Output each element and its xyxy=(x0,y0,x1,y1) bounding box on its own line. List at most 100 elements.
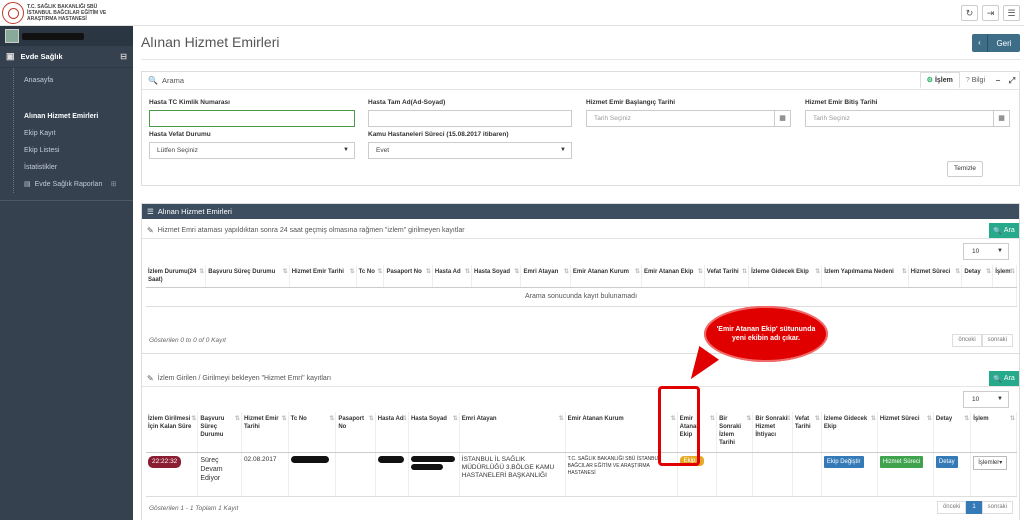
sidebar-item-alinan-hizmet-emirleri[interactable]: Alınan Hizmet Emirleri xyxy=(24,108,133,125)
section1-header: ✎ Hizmet Emri ataması yapıldıktan sonra … xyxy=(142,223,1019,239)
next-visit-cell xyxy=(716,452,754,497)
actions-dropdown[interactable]: İşlemler▾ xyxy=(973,455,1008,470)
back-button[interactable]: ‹ Geri xyxy=(972,34,1020,52)
next-page-button[interactable]: sonraki xyxy=(981,334,1013,347)
edit-icon: ✎ xyxy=(147,226,154,235)
detail-cell: Detay xyxy=(933,452,972,497)
start-date-label: Hizmet Emir Başlangıç Tarihi xyxy=(586,99,676,106)
search-panel: 🔍 Arama ⚙ İşlem ? Bilgi − ⤢ Hasta TC Kimli… xyxy=(141,71,1020,186)
death-date-cell xyxy=(792,452,822,497)
tab-bilgi-label: Bilgi xyxy=(971,77,985,84)
kamu-select[interactable]: Evet ▼ xyxy=(368,142,572,159)
col-header[interactable]: Hasta Ad xyxy=(375,412,409,453)
search-panel-title: Arama xyxy=(161,76,185,85)
menu-icon[interactable]: ☰ xyxy=(1003,5,1020,21)
col-header[interactable]: Başvuru Süreç Durumu xyxy=(205,265,290,288)
refresh-icon[interactable]: ↻ xyxy=(961,5,978,21)
service-cell: Hizmet Süreci xyxy=(877,452,934,497)
col-header[interactable]: Hasta Ad xyxy=(432,265,473,288)
end-date-input[interactable]: Tarih Seçiniz ▦ xyxy=(805,110,1010,127)
collapse-icon[interactable]: ⊟ xyxy=(120,52,127,61)
question-icon: ? xyxy=(965,77,970,84)
logo-text: T.C. SAĞLIK BAKANLIĞI SBÜ İSTANBUL BAĞCI… xyxy=(27,4,106,22)
col-header[interactable]: Emir Atanan Kurum xyxy=(570,265,642,288)
col-header[interactable]: Hasta Soyad xyxy=(471,265,522,288)
prev-page-button[interactable]: önceki xyxy=(952,334,982,347)
col-header[interactable]: Hizmet Emir Tarihi xyxy=(289,265,357,288)
detail-button[interactable]: Detay xyxy=(935,455,958,468)
col-header[interactable]: Hizmet Süreci xyxy=(908,265,963,288)
redacted-surname-2 xyxy=(410,463,443,470)
col-header[interactable]: Emri Atayan xyxy=(520,265,571,288)
death-status-select[interactable]: Lütfen Seçiniz ▼ xyxy=(149,142,355,159)
col-header[interactable]: Tc No xyxy=(288,412,337,453)
main-content: Alınan Hizmet Emirleri ‹ Geri 🔍 Arama ⚙ İ… xyxy=(133,26,1024,520)
col-header[interactable]: İşlem xyxy=(970,412,1017,453)
col-header[interactable]: Pasaport No xyxy=(383,265,433,288)
col-header[interactable]: Bir Sonraki Hizmet İhtiyacı xyxy=(752,412,793,453)
col-header[interactable]: Emir Atanan Ekip xyxy=(641,265,705,288)
order-date-cell: 02.08.2017 xyxy=(241,452,289,497)
logout-icon[interactable]: ⇥ xyxy=(982,5,999,21)
name-label: Hasta Tam Ad(Ad-Soyad) xyxy=(368,99,446,106)
redacted-name xyxy=(377,455,404,463)
col-header[interactable]: İzlem Girilmesi İçin Kalan Süre xyxy=(146,412,199,453)
avatar[interactable] xyxy=(5,29,19,43)
hospital-logo[interactable]: T.C. SAĞLIK BAKANLIĞI SBÜ İSTANBUL BAĞCI… xyxy=(2,1,132,25)
col-header[interactable]: Hizmet Süreci xyxy=(877,412,934,453)
sidebar-item-anasayfa[interactable]: Anasayfa xyxy=(24,72,133,89)
page-1-button[interactable]: 1 xyxy=(966,501,982,514)
name-input[interactable] xyxy=(368,110,572,127)
report-icon: ▤ xyxy=(24,181,31,188)
prev-page-button[interactable]: önceki xyxy=(936,501,967,514)
page-size-select-2[interactable]: 10 ▼ xyxy=(963,391,1009,408)
page-size-select-1[interactable]: 10 ▼ xyxy=(963,243,1009,260)
col-header[interactable]: Detay xyxy=(933,412,972,453)
sidebar-item-ekip-kayit[interactable]: Ekip Kayıt xyxy=(24,125,133,142)
death-status-value: Lütfen Seçiniz xyxy=(157,147,198,154)
col-header[interactable]: İzlem Durumu(24 Saat) xyxy=(146,265,207,288)
col-header[interactable]: İşlem xyxy=(992,265,1017,288)
table-1: İzlem Durumu(24 Saat) Başvuru Süreç Duru… xyxy=(146,265,1017,307)
col-header[interactable]: Bir Sonraki İzlem Tarihi xyxy=(716,412,754,453)
service-process-button[interactable]: Hizmet Süreci xyxy=(879,455,924,468)
tab-bilgi[interactable]: ? Bilgi xyxy=(960,72,991,89)
col-header[interactable]: Hasta Soyad xyxy=(408,412,460,453)
sidebar-item-istatistikler[interactable]: İstatistikler xyxy=(24,159,133,176)
table-row[interactable]: 22:22:32 Süreç Devam Ediyor 02.08.2017 İ… xyxy=(146,452,1017,497)
minimize-icon[interactable]: − xyxy=(991,76,1005,85)
clear-button[interactable]: Temizle xyxy=(947,161,983,177)
col-header[interactable]: Hizmet Emir Tarihi xyxy=(241,412,289,453)
search-button-1[interactable]: 🔍 Ara xyxy=(989,223,1019,238)
tc-cell xyxy=(288,452,337,497)
col-header[interactable]: Başvuru Süreç Durumu xyxy=(197,412,242,453)
next-page-button[interactable]: sonraki xyxy=(981,501,1013,514)
col-header[interactable]: İzlem Yapılmama Nedeni xyxy=(821,265,909,288)
col-header[interactable]: Pasaport No xyxy=(335,412,376,453)
calendar-icon[interactable]: ▦ xyxy=(774,111,790,126)
col-header[interactable]: Tc No xyxy=(356,265,385,288)
start-date-input[interactable]: Tarih Seçiniz ▦ xyxy=(586,110,791,127)
search-button-2[interactable]: 🔍 Ara xyxy=(989,371,1019,386)
col-header[interactable]: Detay xyxy=(961,265,994,288)
calendar-icon[interactable]: ▦ xyxy=(993,111,1009,126)
expand-icon[interactable]: ⊞ xyxy=(111,181,117,188)
sidebar-section-title: Evde Sağlık xyxy=(20,52,63,61)
caret-down-icon: ▼ xyxy=(343,147,349,153)
col-header[interactable]: İzleme Gidecek Ekip xyxy=(748,265,823,288)
sidebar-item-ekip-listesi[interactable]: Ekip Listesi xyxy=(24,142,133,159)
caret-down-icon: ▼ xyxy=(560,147,566,153)
col-header[interactable]: Emri Atayan xyxy=(459,412,566,453)
tc-input[interactable] xyxy=(149,110,355,127)
sidebar-section-evde-saglik[interactable]: ▣ Evde Sağlık ⊟ xyxy=(0,46,133,68)
table-2: İzlem Girilmesi İçin Kalan Süre Başvuru … xyxy=(146,412,1017,497)
expand-icon[interactable]: ⤢ xyxy=(1005,76,1019,86)
col-header[interactable]: Vefat Tarihi xyxy=(792,412,822,453)
ara-label: Ara xyxy=(1003,227,1015,234)
col-header[interactable]: İzleme Gidecek Ekip xyxy=(821,412,878,453)
section2-title: İzlem Girilen / Girilmeyi bekleyen "Hizm… xyxy=(157,375,332,382)
change-team-button[interactable]: Ekip Değiştir xyxy=(823,455,864,468)
tab-islem[interactable]: ⚙ İşlem xyxy=(919,72,960,89)
col-header[interactable]: Vefat Tarihi xyxy=(704,265,750,288)
sidebar-item-evde-saglik-raporlari[interactable]: ▤ Evde Sağlık Raporları ⊞ xyxy=(24,176,133,193)
